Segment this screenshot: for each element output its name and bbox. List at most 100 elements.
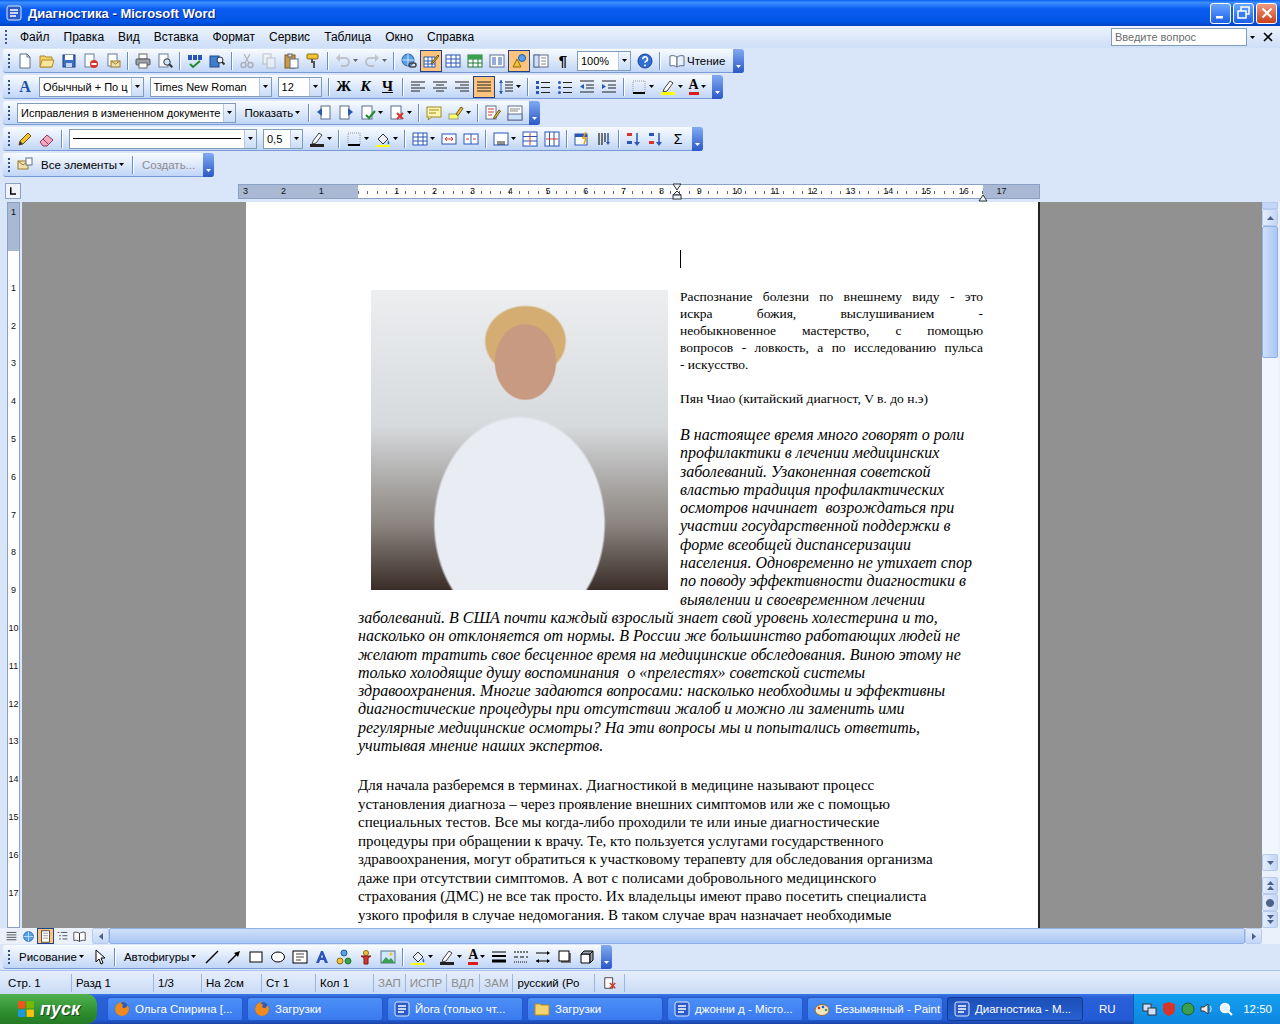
taskbar-button[interactable]: Йога (только чт...: [387, 997, 523, 1021]
menu-item[interactable]: Файл: [13, 28, 57, 46]
alignC-button[interactable]: [429, 76, 451, 98]
shading-button[interactable]: [407, 946, 436, 968]
glyph-button[interactable]: Ч: [377, 76, 399, 98]
menu-item[interactable]: Вставка: [147, 28, 206, 46]
indentdec-button[interactable]: [576, 76, 598, 98]
menu-item[interactable]: Таблица: [317, 28, 378, 46]
help-dropdown[interactable]: [1247, 28, 1258, 46]
menu-item[interactable]: Окно: [378, 28, 420, 46]
pencil-button[interactable]: [14, 128, 36, 150]
menu-item[interactable]: Правка: [57, 28, 112, 46]
mail-button[interactable]: [102, 50, 124, 72]
open-button[interactable]: [36, 50, 58, 72]
paste-button[interactable]: [280, 50, 302, 72]
help-button[interactable]: [634, 50, 656, 72]
numlist-button[interactable]: [532, 76, 554, 98]
combo-box[interactable]: Исправления в измененном документе: [17, 103, 236, 123]
rect-button[interactable]: [245, 946, 267, 968]
tablepen-button[interactable]: [420, 50, 442, 72]
restore-button[interactable]: [1233, 3, 1254, 24]
bullets-button[interactable]: [554, 76, 576, 98]
sortasc-button[interactable]: [623, 128, 645, 150]
columns-button[interactable]: [486, 50, 508, 72]
hlmark-button[interactable]: [445, 102, 474, 124]
select-browse-object[interactable]: [1262, 894, 1278, 911]
right-indent-marker[interactable]: [978, 191, 988, 199]
combo-dropdown[interactable]: [290, 130, 302, 148]
scroll-thumb[interactable]: [109, 928, 1245, 944]
combo-dropdown[interactable]: [309, 78, 321, 96]
toolbar-options[interactable]: [203, 153, 214, 177]
scroll-left-button[interactable]: [92, 928, 109, 944]
sortdesc-button[interactable]: [645, 128, 667, 150]
diagram-button[interactable]: [333, 946, 355, 968]
wordart-button[interactable]: [311, 946, 333, 968]
linestyle-button[interactable]: [488, 946, 510, 968]
toolbar-options[interactable]: [529, 101, 540, 125]
valign-button[interactable]: [490, 128, 519, 150]
normal-view[interactable]: [3, 928, 20, 944]
tab-selector[interactable]: [5, 183, 21, 199]
research-button[interactable]: [206, 50, 228, 72]
taskbar-button[interactable]: Диагностика - M...: [947, 997, 1083, 1021]
perm-button[interactable]: [80, 50, 102, 72]
close-button[interactable]: [1256, 3, 1277, 24]
menu-item[interactable]: Формат: [205, 28, 262, 46]
accept-button[interactable]: [357, 102, 386, 124]
arrows-button[interactable]: [532, 946, 554, 968]
glyph-button[interactable]: Ж: [333, 76, 355, 98]
menu-button[interactable]: Рисование: [14, 946, 89, 968]
scroll-down-button[interactable]: [1262, 854, 1278, 871]
combo-dropdown[interactable]: [618, 52, 630, 70]
glyph-button[interactable]: A: [686, 76, 709, 98]
start-button[interactable]: пуск: [0, 994, 97, 1024]
combo-box[interactable]: 0,5: [263, 129, 303, 149]
pointer-button[interactable]: [89, 946, 111, 968]
combo-box[interactable]: Обычный + По ц: [39, 77, 144, 97]
prev-button[interactable]: [313, 102, 335, 124]
alignR-button[interactable]: [451, 76, 473, 98]
text-button[interactable]: Чтение: [664, 50, 730, 72]
combo-dropdown[interactable]: [223, 104, 235, 122]
save-button[interactable]: [58, 50, 80, 72]
cut-button[interactable]: [236, 50, 258, 72]
spelling-status[interactable]: [595, 974, 625, 992]
taskbar-button[interactable]: Ольга Спирина [...: [107, 997, 243, 1021]
drawing-button[interactable]: [508, 50, 530, 72]
toolbar-options[interactable]: [712, 75, 723, 99]
language-indicator[interactable]: RU: [1095, 1001, 1120, 1017]
split-button[interactable]: [460, 128, 482, 150]
combo-box[interactable]: 12: [278, 77, 322, 97]
spell-button[interactable]: [184, 50, 206, 72]
toolbar-options[interactable]: [692, 127, 703, 151]
menu-button[interactable]: Показать: [239, 102, 305, 124]
menu-item[interactable]: Справка: [420, 28, 481, 46]
docmap-button[interactable]: [530, 50, 552, 72]
redo-button[interactable]: [361, 50, 390, 72]
combo-dropdown[interactable]: [131, 78, 143, 96]
minimize-button[interactable]: [1210, 3, 1231, 24]
merge-button[interactable]: [438, 128, 460, 150]
menu-item[interactable]: Сервис: [262, 28, 317, 46]
menu-button[interactable]: Автофигуры: [119, 946, 201, 968]
taskbar-button[interactable]: Безымянный - Paint: [807, 997, 943, 1021]
next-page-button[interactable]: [1262, 911, 1278, 928]
highlight-button[interactable]: [657, 76, 686, 98]
previous-page-button[interactable]: [1262, 877, 1278, 894]
autofmt-button[interactable]: [571, 128, 593, 150]
taskbar-button[interactable]: Загрузки: [247, 997, 383, 1021]
alignL-button[interactable]: [407, 76, 429, 98]
print-button[interactable]: [132, 50, 154, 72]
distrows-button[interactable]: [519, 128, 541, 150]
shading-button[interactable]: [372, 128, 401, 150]
glyph-button[interactable]: К: [355, 76, 377, 98]
glyph-button[interactable]: Σ: [667, 128, 689, 150]
linecolor-button[interactable]: [436, 946, 465, 968]
brush-button[interactable]: [302, 50, 324, 72]
close-document[interactable]: [1262, 31, 1274, 43]
alignJ-button[interactable]: [473, 76, 495, 98]
arrowline-button[interactable]: [223, 946, 245, 968]
scroll-up-button[interactable]: [1262, 209, 1278, 226]
distcols-button[interactable]: [541, 128, 563, 150]
pane-button[interactable]: [504, 102, 526, 124]
